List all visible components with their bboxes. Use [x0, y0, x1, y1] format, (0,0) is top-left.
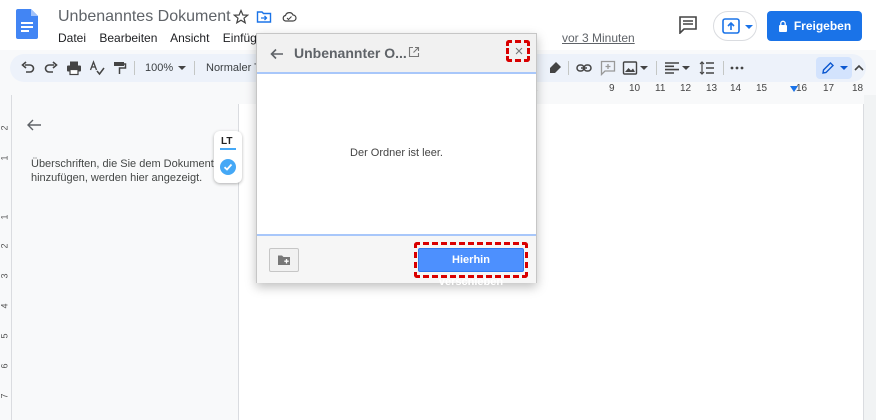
toolbar-divider: [134, 61, 135, 75]
more-icon[interactable]: [729, 60, 745, 76]
ruler-tick: 18: [852, 83, 864, 94]
ruler-tick: 1: [0, 214, 10, 220]
menu-bar: Datei Bearbeiten Ansicht Einfügen: [58, 31, 280, 45]
scrollbar[interactable]: [864, 95, 876, 420]
ruler-tick: 3: [0, 273, 10, 279]
back-arrow-icon[interactable]: [26, 117, 42, 133]
new-folder-icon: [278, 255, 290, 265]
ruler-tick: 12: [680, 83, 692, 94]
last-edit-link[interactable]: vor 3 Minuten: [562, 31, 635, 45]
outline-empty-hint: Überschriften, die Sie dem Dokument hinz…: [31, 158, 214, 184]
toolbar-divider: [568, 61, 569, 75]
ruler-tick: 11: [655, 83, 666, 94]
back-arrow-icon[interactable]: [269, 46, 285, 62]
chevron-down-icon: [840, 66, 848, 70]
open-external-icon[interactable]: [408, 46, 420, 58]
cloud-status-icon[interactable]: [281, 9, 297, 25]
lock-icon: [778, 20, 787, 32]
move-highlight: [414, 242, 528, 278]
link-icon[interactable]: [576, 60, 592, 76]
move-dialog: Unbenannter O... × Der Ordner ist leer. …: [256, 33, 537, 288]
languagetool-label: LT: [221, 136, 233, 147]
chevron-down-icon: [682, 66, 690, 70]
languagetool-widget[interactable]: LT: [214, 131, 242, 183]
add-comment-icon[interactable]: [600, 60, 616, 76]
present-button[interactable]: [713, 11, 757, 41]
vertical-ruler: 2 1 1 2 3 4 5 6 7: [0, 95, 12, 420]
ruler-tick: 7: [0, 393, 10, 399]
undo-icon[interactable]: [20, 60, 36, 76]
horizontal-ruler: 2 9 10 11 12 13 14 15 16 17 18: [530, 83, 876, 95]
languagetool-underline: [220, 148, 236, 150]
document-title[interactable]: Unbenanntes Dokument: [58, 8, 231, 26]
share-button[interactable]: Freigeben: [767, 11, 862, 41]
close-highlight: [506, 40, 530, 62]
collapse-icon[interactable]: [853, 60, 865, 76]
ruler-tick: 2: [0, 125, 10, 131]
highlight-pen-icon[interactable]: [547, 60, 563, 76]
edit-mode-icon: [822, 62, 834, 74]
star-icon[interactable]: [233, 9, 249, 25]
ruler-tick: 17: [823, 83, 835, 94]
ruler-tick: 14: [730, 83, 742, 94]
chevron-down-icon: [745, 25, 753, 29]
line-spacing-icon[interactable]: [699, 60, 715, 76]
dialog-header: Unbenannter O... ×: [257, 34, 536, 74]
ruler-tick: 6: [0, 363, 10, 369]
empty-folder-message: Der Ordner ist leer.: [350, 147, 443, 159]
paint-format-icon[interactable]: [111, 60, 127, 76]
menu-file[interactable]: Datei: [58, 31, 86, 45]
ruler-tick: 5: [0, 333, 10, 339]
ruler-tick: 13: [706, 83, 718, 94]
dialog-title: Unbenannter O...: [294, 45, 407, 61]
chevron-down-icon: [178, 66, 186, 70]
ruler-tick: 1: [0, 155, 10, 161]
menu-edit[interactable]: Bearbeiten: [99, 31, 157, 45]
zoom-select[interactable]: 100%: [145, 62, 173, 74]
align-icon[interactable]: [664, 60, 680, 76]
toolbar-divider: [723, 61, 724, 75]
present-icon: [722, 18, 740, 34]
new-folder-button[interactable]: [269, 248, 299, 272]
right-indent-marker[interactable]: [790, 86, 798, 92]
toolbar-divider: [194, 61, 195, 75]
redo-icon[interactable]: [43, 60, 59, 76]
ruler-tick: 2: [0, 243, 10, 249]
chevron-down-icon: [640, 66, 648, 70]
comment-icon[interactable]: [678, 16, 698, 34]
editing-mode-button[interactable]: [816, 57, 852, 79]
ruler-tick: 10: [629, 83, 641, 94]
spellcheck-icon[interactable]: [89, 60, 105, 76]
dialog-footer: Hierhin verschieben: [257, 234, 536, 288]
image-icon[interactable]: [622, 60, 638, 76]
ruler-tick: 4: [0, 303, 10, 309]
print-icon[interactable]: [66, 60, 82, 76]
toolbar-divider: [656, 61, 657, 75]
share-label: Freigeben: [793, 19, 852, 33]
check-icon: [220, 159, 236, 175]
move-folder-icon[interactable]: [256, 9, 272, 25]
docs-logo-icon[interactable]: [16, 9, 38, 39]
ruler-tick: 9: [609, 83, 615, 94]
menu-view[interactable]: Ansicht: [170, 31, 209, 45]
ruler-tick: 15: [756, 83, 768, 94]
